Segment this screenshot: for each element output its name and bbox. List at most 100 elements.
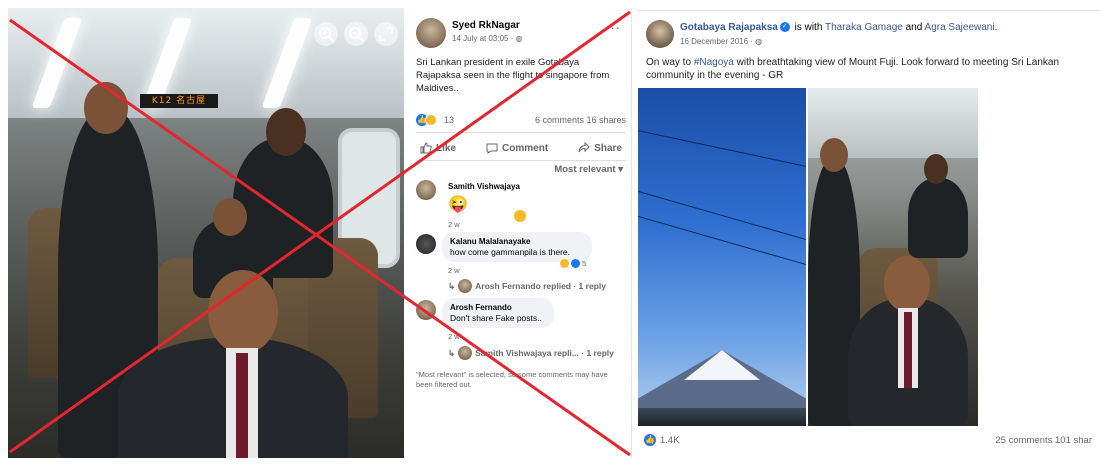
zoom-out-button[interactable] (344, 22, 368, 46)
train-interior-photo[interactable] (808, 88, 978, 426)
reply-link-text: Arosh Fernando replied · 1 reply (475, 281, 606, 291)
like-reaction-icon (571, 259, 580, 268)
more-options-icon[interactable]: ··· (605, 20, 621, 35)
post-author[interactable]: Gotabaya Rajapaksa (680, 22, 778, 33)
comment-author[interactable]: Samith Vishwajaya (448, 182, 520, 191)
divider (416, 132, 626, 133)
comment-bubble: Arosh Fernando Don't share Fake posts.. (442, 298, 554, 328)
ground (638, 408, 806, 426)
comment-author[interactable]: Arosh Fernando (450, 302, 546, 313)
tie (904, 312, 912, 388)
comment-icon (486, 143, 498, 154)
reactions-summary[interactable]: 👍 13 6 comments 16 shares (416, 114, 626, 128)
post-header: Gotabaya Rajapaksa ✓ is with Tharaka Gama… (680, 22, 997, 33)
post-author[interactable]: Syed RkNagar (452, 20, 520, 31)
comment-text: how come gammanpila is there. (450, 247, 571, 257)
person-head (84, 82, 128, 134)
comment-emoji: 😜 (448, 196, 468, 213)
avatar (458, 279, 473, 293)
person-head (820, 138, 848, 172)
person-standing (908, 178, 968, 258)
like-reaction-icon[interactable]: 👍 (644, 434, 656, 446)
person-head (884, 256, 930, 312)
comment-author[interactable]: Kalanu Malalanayake (450, 236, 584, 247)
like-label: Like (436, 142, 457, 154)
comment-reaction-count: 5 (582, 259, 587, 268)
with-text: is with (791, 22, 825, 33)
snow-cap (684, 350, 760, 380)
expand-icon (379, 27, 393, 41)
thumbs-up-icon (420, 142, 432, 154)
composite-screenshot: K12 名古屋 Syed RkNagar 14 July at 03:05 · … (0, 0, 1100, 466)
comment-reactions[interactable]: 5 (560, 259, 586, 268)
zoom-in-button[interactable] (314, 22, 338, 46)
share-label: Share (594, 142, 622, 154)
post-caption: On way to #Nagoya with breathtaking view… (646, 56, 1098, 82)
post-date[interactable]: 16 December 2016 · (680, 37, 755, 46)
comment-bubble: Kalanu Malalanayake how come gammanpila … (442, 232, 592, 262)
comment-time[interactable]: 2 w (448, 266, 460, 275)
caption-text: On way to (646, 57, 694, 68)
post-date[interactable]: 14 July at 03:05 · (452, 34, 516, 43)
comment-button[interactable]: Comment (482, 142, 552, 154)
train-interior-photo[interactable]: K12 名古屋 (8, 8, 404, 458)
fullscreen-button[interactable] (374, 22, 398, 46)
post-caption: Sri Lankan president in exile Gotabaya R… (416, 57, 610, 94)
haha-reaction-icon (560, 259, 569, 268)
reply-arrow-icon: ↳ (448, 280, 456, 291)
avatar[interactable] (416, 18, 446, 48)
power-line (638, 128, 806, 171)
divider (638, 10, 1100, 11)
tagged-user-link[interactable]: Tharaka Gamage (825, 22, 903, 33)
comments-shares-count[interactable]: 6 comments 16 shares (535, 115, 626, 125)
comment-time[interactable]: 2 w (448, 220, 460, 229)
tie (236, 353, 248, 458)
person-head (266, 108, 306, 156)
person-head (924, 154, 948, 184)
divider (416, 160, 626, 161)
like-button[interactable]: Like (416, 142, 460, 154)
comments-shares-count[interactable]: 25 comments 101 shar (995, 435, 1092, 446)
filter-footnote: "Most relevant" is selected, so some com… (416, 370, 608, 389)
like-count[interactable]: 1.4K (660, 435, 680, 446)
facebook-post-fake: Syed RkNagar 14 July at 03:05 · ◍ ··· Sr… (406, 8, 632, 458)
power-line (638, 188, 806, 245)
comment-label: Comment (502, 142, 549, 154)
post-meta: 16 December 2016 · ◍ (680, 37, 762, 46)
person-head (208, 270, 278, 354)
view-replies-link[interactable]: ↳ Arosh Fernando replied · 1 reply (448, 279, 606, 293)
share-icon (578, 142, 590, 153)
tagged-user-link[interactable]: Agra Sajeewani (925, 22, 995, 33)
avatar[interactable] (416, 234, 436, 254)
hashtag-link[interactable]: #Nagoya (694, 57, 734, 68)
station-sign: K12 名古屋 (140, 94, 218, 108)
and-text: and (902, 22, 925, 33)
avatar (458, 346, 473, 360)
mount-fuji-photo[interactable] (638, 88, 806, 426)
avatar[interactable] (646, 20, 674, 48)
post-meta: 14 July at 03:05 · ◍ (452, 34, 523, 43)
period-text: . (994, 22, 998, 33)
share-button[interactable]: Share (574, 142, 626, 154)
reaction-count: 13 (444, 115, 455, 125)
facebook-post-original: Gotabaya Rajapaksa ✓ is with Tharaka Gama… (638, 10, 1100, 466)
person-head (213, 198, 247, 236)
avatar[interactable] (416, 300, 436, 320)
zoom-in-icon (319, 27, 334, 42)
comment-time[interactable]: 2 w (448, 332, 460, 341)
haha-reaction-icon[interactable] (514, 210, 526, 222)
reply-arrow-icon: ↳ (448, 347, 456, 358)
comment-sort-dropdown[interactable]: Most relevant ▾ (554, 164, 623, 175)
avatar[interactable] (416, 180, 436, 200)
post-actions: Like Comment Share (416, 136, 626, 160)
haha-reaction-icon (425, 114, 437, 126)
post-stats: 👍 1.4K 25 comments 101 shar (644, 434, 1100, 448)
comment-text: Don't share Fake posts.. (450, 313, 542, 323)
globe-icon: ◍ (515, 34, 523, 43)
verified-badge-icon: ✓ (779, 22, 790, 33)
view-replies-link[interactable]: ↳ Samith Vishwajaya repli... · 1 reply (448, 346, 614, 360)
zoom-out-icon (349, 27, 364, 42)
globe-icon: ◍ (755, 37, 763, 46)
reply-link-text: Samith Vishwajaya repli... · 1 reply (475, 348, 614, 358)
power-line (638, 213, 806, 270)
